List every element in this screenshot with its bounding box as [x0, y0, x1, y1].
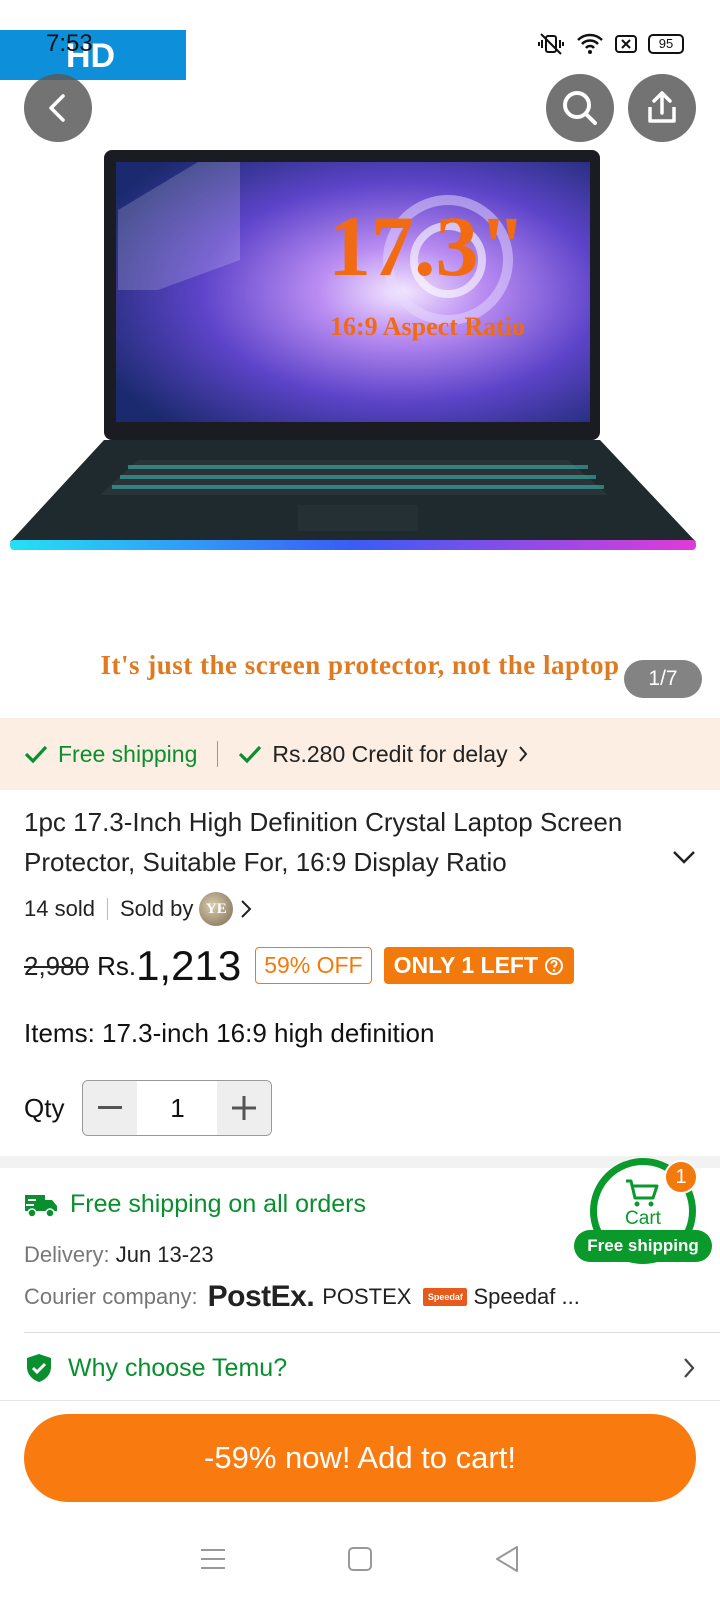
- decrement-button[interactable]: [83, 1081, 138, 1135]
- chevron-right-icon: [684, 1358, 695, 1378]
- postex-logo: PostEx.: [207, 1280, 315, 1313]
- free-shipping-tag: Free shipping: [24, 741, 197, 768]
- floating-cart-button[interactable]: Cart 1 Free shipping: [574, 1152, 712, 1270]
- quantity-row: Qty 1: [24, 1080, 273, 1136]
- divider: [24, 1332, 720, 1333]
- currency: Rs.: [97, 951, 137, 981]
- vibrate-icon: [538, 33, 564, 55]
- discount-badge: 59% OFF: [255, 947, 372, 984]
- postex-name: POSTEX: [322, 1284, 412, 1309]
- chevron-left-icon: [49, 94, 65, 122]
- price-row: 2,980 Rs. 1,213 59% OFF ONLY 1 LEFT: [24, 942, 575, 989]
- sold-row: 14 sold Sold by YE: [24, 892, 253, 926]
- plus-icon: [232, 1096, 257, 1120]
- wifi-icon: [577, 33, 603, 54]
- why-label: Why choose Temu?: [68, 1353, 288, 1382]
- image-caption: It's just the screen protector, not the …: [100, 650, 620, 680]
- truck-icon: [25, 1194, 57, 1218]
- chevron-down-icon[interactable]: [672, 850, 696, 864]
- seller-avatar[interactable]: YE: [199, 892, 234, 926]
- stock-badge[interactable]: ONLY 1 LEFT: [383, 947, 575, 984]
- back-button[interactable]: [24, 74, 92, 142]
- status-icons: 95: [536, 32, 684, 56]
- free-shipping-all-orders: Free shipping on all orders: [24, 1190, 366, 1219]
- search-icon: [563, 91, 597, 125]
- courier-label: Courier company:: [24, 1284, 198, 1309]
- qty-label: Qty: [24, 1092, 65, 1123]
- delivery-label: Delivery:: [24, 1242, 110, 1267]
- stock-label: ONLY 1 LEFT: [393, 952, 539, 978]
- sold-divider: [106, 898, 108, 920]
- free-shipping-label: Free shipping: [58, 740, 198, 767]
- speedaf-logo: Speedaf: [423, 1288, 468, 1306]
- divider: [0, 1400, 720, 1401]
- shield-check-icon: [27, 1354, 51, 1382]
- quantity-value[interactable]: 1: [137, 1081, 217, 1135]
- delay-credit-link[interactable]: Rs.280 Credit for delay: [238, 741, 527, 768]
- delivery-dates: Jun 13-23: [115, 1242, 214, 1267]
- items-variant[interactable]: Items: 17.3-inch 16:9 high definition: [24, 1018, 434, 1049]
- share-icon: [648, 91, 676, 123]
- sold-count: 14 sold: [24, 896, 95, 921]
- strip-divider: [217, 741, 219, 767]
- share-button[interactable]: [628, 74, 696, 142]
- image-size-text: 17.3": [328, 198, 526, 294]
- courier-info: Courier company: PostEx. POSTEX Speedaf …: [24, 1280, 580, 1314]
- why-choose-temu-row[interactable]: Why choose Temu?: [24, 1352, 696, 1384]
- sim-icon: [615, 35, 637, 53]
- delivery-info: Delivery: Jun 13-23: [24, 1242, 214, 1268]
- increment-button[interactable]: [217, 1081, 272, 1135]
- check-icon: [239, 745, 262, 764]
- chevron-right-icon[interactable]: [239, 899, 253, 919]
- system-nav-bar: [0, 1534, 720, 1584]
- home-icon[interactable]: [347, 1546, 373, 1572]
- status-time: 7:53: [46, 30, 93, 57]
- delay-credit-label: Rs.280 Credit for delay: [272, 740, 508, 767]
- search-button[interactable]: [546, 74, 614, 142]
- cart-count-badge: 1: [664, 1160, 698, 1194]
- original-price: 2,980: [24, 951, 90, 981]
- image-counter: 1/7: [624, 660, 702, 698]
- menu-icon[interactable]: [200, 1548, 226, 1570]
- shipping-strip[interactable]: Free shipping Rs.280 Credit for delay: [0, 718, 720, 790]
- check-icon: [24, 745, 48, 764]
- current-price: 1,213: [136, 942, 242, 989]
- product-title: 1pc 17.3-Inch High Definition Crystal La…: [24, 807, 623, 877]
- back-nav-icon[interactable]: [494, 1545, 520, 1573]
- cart-label: Cart: [625, 1208, 661, 1229]
- laptop-product-image: 17.3" 16:9 Aspect Ratio: [10, 150, 696, 550]
- help-icon: [545, 956, 564, 975]
- minus-icon: [98, 1106, 123, 1109]
- status-bar: 7:53 95: [0, 0, 720, 80]
- cart-icon: [626, 1179, 659, 1207]
- add-to-cart-button[interactable]: -59% now! Add to cart!: [24, 1414, 696, 1502]
- cart-free-shipping: Free shipping: [574, 1230, 712, 1262]
- chevron-right-icon: [518, 746, 527, 762]
- product-image-gallery[interactable]: HD 7:53 95 17.3" 16:9 Aspect Ratio It's …: [0, 0, 720, 718]
- free-all-label: Free shipping on all orders: [70, 1190, 366, 1218]
- quantity-stepper: 1: [82, 1080, 273, 1136]
- image-ratio-text: 16:9 Aspect Ratio: [330, 312, 525, 341]
- sold-by-label: Sold by: [119, 896, 194, 921]
- speedaf-name: Speedaf ...: [473, 1284, 580, 1309]
- battery-icon: 95: [648, 34, 684, 54]
